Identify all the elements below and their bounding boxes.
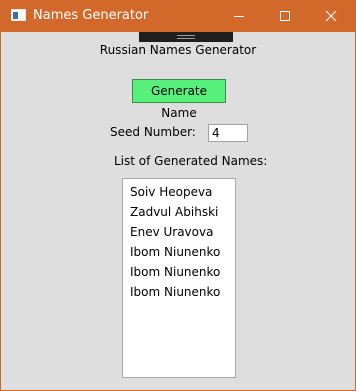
list-item[interactable]: Ibom Niunenko <box>123 282 235 302</box>
window-app-icon <box>11 9 26 21</box>
page-heading: Russian Names Generator <box>99 43 257 57</box>
close-button[interactable] <box>308 0 354 32</box>
list-item[interactable]: Ibom Niunenko <box>123 242 235 262</box>
generate-name-button[interactable]: Generate Name <box>132 79 226 120</box>
generated-names-label: List of Generated Names: <box>114 154 268 168</box>
drag-handle[interactable] <box>139 32 233 42</box>
list-item[interactable]: Soiv Heopeva <box>123 182 235 202</box>
seed-number-label: Seed Number: <box>110 125 196 139</box>
minimize-icon <box>234 16 244 17</box>
generated-names-list[interactable]: Soiv Heopeva Zadvul Abihski Enev Uravova… <box>122 178 236 378</box>
seed-number-input[interactable] <box>208 124 248 142</box>
list-item[interactable]: Ibom Niunenko <box>123 262 235 282</box>
list-item[interactable]: Zadvul Abihski <box>123 202 235 222</box>
minimize-button[interactable] <box>216 0 262 32</box>
maximize-icon <box>280 11 290 21</box>
app-window: Names Generator Russian Names Generator … <box>0 0 356 391</box>
close-icon <box>325 10 337 22</box>
maximize-button[interactable] <box>262 0 308 32</box>
title-bar[interactable]: Names Generator <box>1 0 355 32</box>
window-title: Names Generator <box>33 8 149 23</box>
list-item[interactable]: Enev Uravova <box>123 222 235 242</box>
